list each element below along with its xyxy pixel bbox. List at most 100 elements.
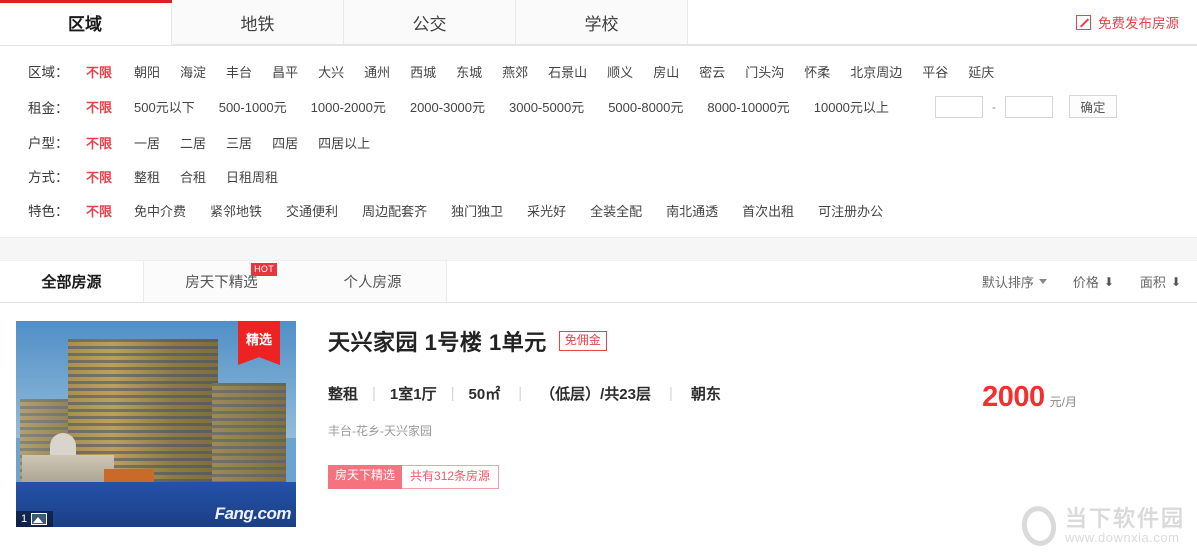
filter-option-feature-2[interactable]: 交通便利 [286,201,338,220]
sort-price-label: 价格 [1072,275,1099,290]
filter-option-rent-type-0[interactable]: 整租 [134,167,160,186]
pencil-icon [1076,14,1091,30]
filter-option-layout-0[interactable]: 一居 [134,133,160,152]
section-separator [0,237,1197,261]
spec-layout: 1室1厅 [389,386,437,403]
chevron-down-icon [1038,279,1047,284]
filter-option-rent-type-2[interactable]: 日租周租 [226,167,278,186]
filter-option-feature-9[interactable]: 可注册办公 [818,201,883,220]
filter-label-layout: 户型： [28,136,69,151]
tab-subway-label: 地铁 [240,14,275,34]
filter-option-feature-5[interactable]: 采光好 [527,201,566,220]
filter-option-region-17[interactable]: 延庆 [968,62,994,81]
filter-option-price-4[interactable]: 3000-5000元 [509,97,584,116]
filter-option-layout-3[interactable]: 四居 [272,133,298,152]
filter-label-feature: 特色： [28,204,69,219]
listing-address[interactable]: 丰台-花乡-天兴家园 [328,422,1197,439]
filter-row-price: 租金： 不限 500元以下 500-1000元 1000-2000元 2000-… [0,88,1197,125]
tab-personal-listings[interactable]: 个人房源 [299,261,447,302]
price-range-dash: - [991,99,996,114]
sort-price[interactable]: 价格 ⬇ [1073,272,1114,291]
filter-label-price: 租金： [28,100,69,116]
sort-default-label: 默认排序 [981,275,1034,290]
spec-orientation: 朝东 [690,386,721,403]
filter-panel: 区域： 不限 朝阳 海淀 丰台 昌平 大兴 通州 西城 东城 燕郊 石景山 顺义… [0,46,1197,237]
filter-option-region-12[interactable]: 密云 [699,62,725,81]
photo-icon [31,513,48,525]
filter-option-region-3[interactable]: 昌平 [272,62,298,81]
filter-option-feature-7[interactable]: 南北通透 [666,201,718,220]
filter-option-region-10[interactable]: 顺义 [607,62,633,81]
filter-option-region-2[interactable]: 丰台 [226,62,252,81]
listing-price: 2000 元/月 [982,381,1077,414]
filter-option-price-2[interactable]: 1000-2000元 [311,97,386,116]
filter-option-rent-type-unlimited[interactable]: 不限 [86,167,112,186]
tab-featured-listings[interactable]: 房天下精选 HOT [143,261,300,302]
price-range-submit-button[interactable]: 确定 [1068,95,1117,118]
price-max-input[interactable] [1004,95,1053,118]
filter-options-rent-type: 不限 整租 合租 日租周租 [86,167,298,186]
filter-option-region-unlimited[interactable]: 不限 [86,62,112,81]
spec-floor: （低层）/共23层 [540,386,651,403]
hot-badge: HOT [251,263,277,276]
filter-option-region-14[interactable]: 怀柔 [804,62,830,81]
sort-default[interactable]: 默认排序 [982,272,1047,291]
listing-title-row: 天兴家园 1号楼 1单元 免佣金 [328,325,1197,357]
filter-option-region-7[interactable]: 东城 [456,62,482,81]
listing-badges: 房天下精选 共有312条房源 [328,465,1197,489]
spec-divider: | [372,385,376,402]
tab-school-label: 学校 [584,14,619,34]
filter-option-region-9[interactable]: 石景山 [548,62,587,81]
filter-option-region-13[interactable]: 门头沟 [745,62,784,81]
filter-option-rent-type-1[interactable]: 合租 [180,167,206,186]
tab-all-listings[interactable]: 全部房源 [0,261,143,302]
filter-option-region-5[interactable]: 通州 [364,62,390,81]
listing-count-badge[interactable]: 共有312条房源 [402,465,500,489]
filter-option-layout-2[interactable]: 三居 [226,133,252,152]
tab-personal-listings-label: 个人房源 [343,275,402,291]
filter-option-price-unlimited[interactable]: 不限 [86,97,112,116]
filter-option-feature-unlimited[interactable]: 不限 [86,201,112,220]
filter-option-layout-4[interactable]: 四居以上 [318,133,370,152]
filter-option-feature-4[interactable]: 独门独卫 [451,201,503,220]
price-unit: 元/月 [1049,395,1077,409]
filter-options-layout: 不限 一居 二居 三居 四居 四居以上 [86,133,390,152]
filter-option-region-4[interactable]: 大兴 [318,62,344,81]
listing-thumbnail[interactable]: 精选 1 Fang.com [16,321,296,527]
photo-count-label: 1 [21,513,28,525]
sort-area[interactable]: 面积 ⬇ [1140,272,1181,291]
filter-options-feature: 不限 免中介费 紧邻地铁 交通便利 周边配套齐 独门独卫 采光好 全装全配 南北… [86,201,907,220]
listing-title[interactable]: 天兴家园 1号楼 1单元 [328,325,547,357]
filter-option-region-1[interactable]: 海淀 [180,62,206,81]
spec-divider: | [668,385,673,402]
filter-option-layout-unlimited[interactable]: 不限 [86,133,112,152]
filter-option-price-1[interactable]: 500-1000元 [219,97,287,116]
price-min-input[interactable] [934,95,983,118]
filter-row-rent-type: 方式： 不限 整租 合租 日租周租 [0,159,1197,193]
tab-bus[interactable]: 公交 [343,0,516,45]
tab-subway[interactable]: 地铁 [171,0,344,45]
filter-option-price-0[interactable]: 500元以下 [134,97,195,116]
thumb-construction [104,469,154,483]
publish-listing-button[interactable]: 免费发布房源 [1076,12,1179,32]
filter-option-layout-1[interactable]: 二居 [180,133,206,152]
filter-option-feature-8[interactable]: 首次出租 [742,201,794,220]
photo-count-badge: 1 [16,511,54,527]
sort-controls: 默认排序 价格 ⬇ 面积 ⬇ [447,261,1197,302]
filter-option-feature-1[interactable]: 紧邻地铁 [210,201,262,220]
tab-school[interactable]: 学校 [515,0,688,45]
filter-option-region-0[interactable]: 朝阳 [134,62,160,81]
filter-option-price-6[interactable]: 8000-10000元 [707,97,789,116]
filter-option-price-3[interactable]: 2000-3000元 [410,97,485,116]
filter-option-price-7[interactable]: 10000元以上 [814,97,889,116]
filter-option-feature-3[interactable]: 周边配套齐 [362,201,427,220]
filter-option-region-15[interactable]: 北京周边 [850,62,902,81]
filter-option-feature-6[interactable]: 全装全配 [590,201,642,220]
filter-option-region-8[interactable]: 燕郊 [502,62,528,81]
filter-option-region-6[interactable]: 西城 [410,62,436,81]
tab-region[interactable]: 区域 [0,0,172,45]
filter-option-region-11[interactable]: 房山 [653,62,679,81]
filter-option-feature-0[interactable]: 免中介费 [134,201,186,220]
filter-option-region-16[interactable]: 平谷 [922,62,948,81]
filter-option-price-5[interactable]: 5000-8000元 [608,97,683,116]
